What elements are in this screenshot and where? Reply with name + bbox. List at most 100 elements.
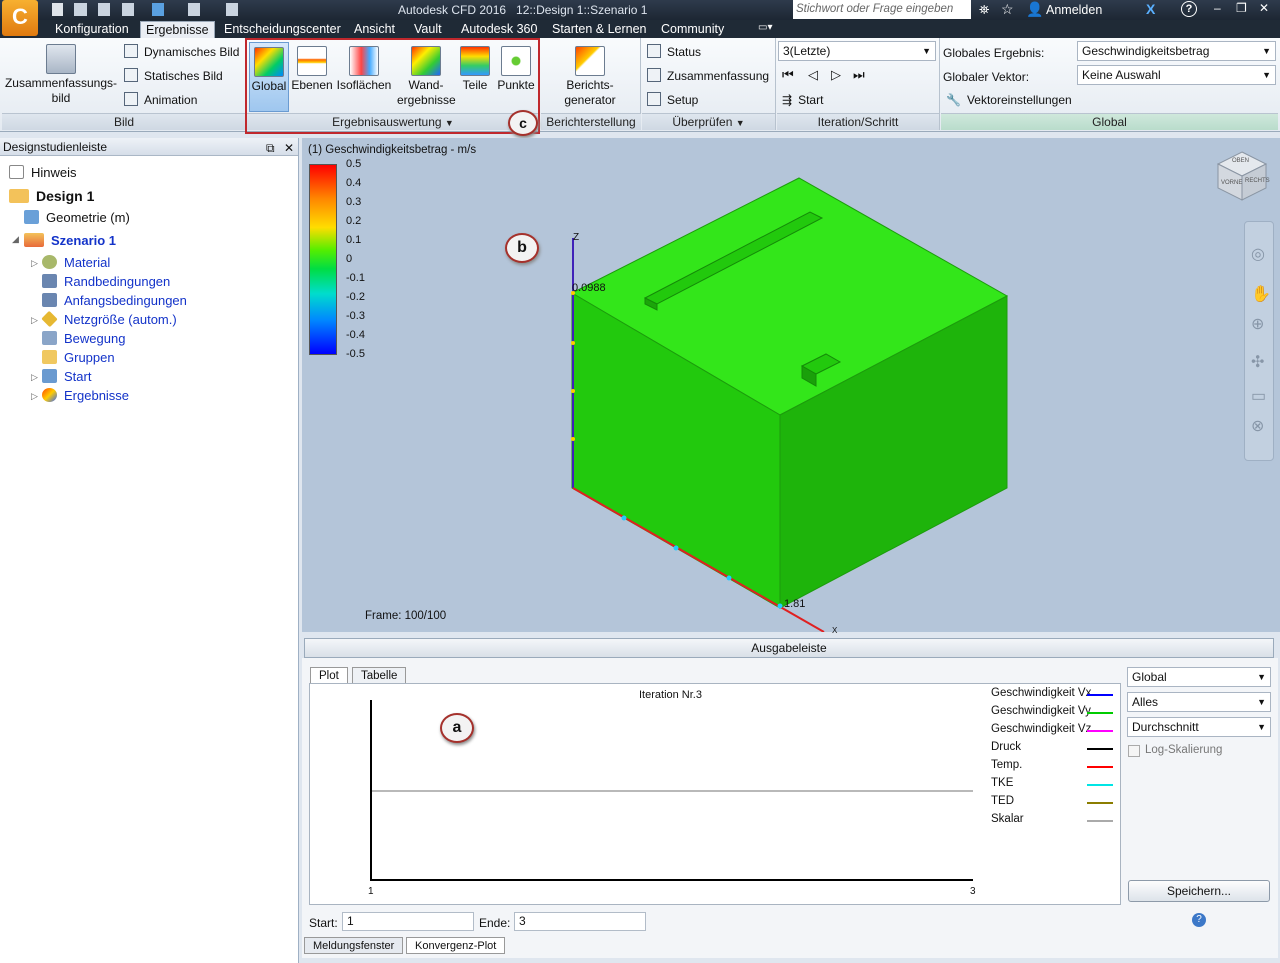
output-bar: Plot Tabelle Iteration Nr.3 1 3 Geschwin… <box>302 658 1278 958</box>
search-input[interactable]: Stichwort oder Frage eingeben <box>793 0 971 19</box>
vector-settings-button[interactable]: 🔧 Vektoreinstellungen <box>946 90 1072 110</box>
setup-button[interactable]: Setup <box>647 90 698 110</box>
start-button[interactable]: ⇶ Start <box>782 90 823 110</box>
select-icon[interactable] <box>152 3 164 16</box>
legend-line <box>1087 802 1113 804</box>
view-cube[interactable]: OBEN VORNE RECHTS <box>1214 148 1270 204</box>
first-step-icon[interactable]: ⏮ <box>782 67 794 83</box>
tab-ansicht[interactable]: Ansicht <box>349 21 400 38</box>
global-vector-select[interactable]: Keine Auswahl ▼ <box>1077 65 1276 85</box>
tree-item-ergebnisse[interactable]: Ergebnisse <box>42 387 129 405</box>
tree-item-netzgroesse[interactable]: Netzgröße (autom.) <box>41 310 177 329</box>
tree-item-randbedingungen[interactable]: Randbedingungen <box>42 273 170 291</box>
report-generator-button[interactable]: Berichts- generator <box>555 42 625 108</box>
pin-icon[interactable]: ⧉ <box>266 139 275 157</box>
save-button[interactable]: Speichern... <box>1128 880 1270 902</box>
view-cube-right[interactable]: RECHTS <box>1245 178 1270 184</box>
tab-konfiguration[interactable]: Konfiguration <box>50 21 134 38</box>
save-icon[interactable] <box>98 3 110 16</box>
tab-vault[interactable]: Vault <box>409 21 447 38</box>
expand-icon[interactable]: ▷ <box>31 391 38 402</box>
tab-community[interactable]: Community <box>656 21 729 38</box>
legend-item: TKE <box>991 777 1014 789</box>
expand-icon[interactable]: ▷ <box>31 372 38 383</box>
tab-entscheidungscenter[interactable]: Entscheidungscenter <box>219 21 346 38</box>
new-icon[interactable] <box>52 3 63 16</box>
tree-item-material[interactable]: Material <box>42 254 110 272</box>
exchange-icon[interactable]: X <box>1146 1 1155 17</box>
global-result-select[interactable]: Geschwindigkeitsbetrag ▼ <box>1077 41 1276 61</box>
tab-starten-lernen[interactable]: Starten & Lernen <box>547 21 652 38</box>
legend-item: Geschwindigkeit Vz <box>991 723 1092 735</box>
statistic-select[interactable]: Durchschnitt ▼ <box>1127 717 1271 737</box>
statistic-value: Durchschnitt <box>1132 720 1199 734</box>
tab-meldungsfenster[interactable]: Meldungsfenster <box>304 937 404 954</box>
output-bar-header[interactable]: Ausgabeleiste <box>304 638 1274 658</box>
initial-conditions-icon <box>42 293 57 307</box>
expand-icon[interactable]: ▷ <box>31 258 38 269</box>
tab-plot[interactable]: Plot <box>310 667 348 684</box>
start-field[interactable]: 1 <box>342 912 474 931</box>
help-icon[interactable]: ? <box>1181 1 1197 17</box>
iteration-value: 3(Letzte) <box>783 44 831 58</box>
user-icon[interactable]: 👤 <box>1026 1 1043 18</box>
next-step-icon[interactable]: ▷ <box>831 67 841 83</box>
design-study-header: Designstudienleiste ⧉ ✕ <box>0 138 298 156</box>
binoculars-icon[interactable]: ⛯ <box>979 2 989 18</box>
expand-icon[interactable]: ▷ <box>31 315 38 326</box>
tree-item-geometrie[interactable]: Geometrie (m) <box>24 209 130 227</box>
previous-step-icon[interactable]: ◁ <box>808 67 818 83</box>
view-cube-front[interactable]: VORNE <box>1221 180 1242 186</box>
tree-item-design[interactable]: Design 1 <box>9 187 94 205</box>
dynamic-image-button[interactable]: Dynamisches Bild <box>124 42 239 62</box>
orbit-icon[interactable]: ✣ <box>1251 352 1264 372</box>
summary-button[interactable]: Zusammenfassung <box>647 66 769 86</box>
ribbon-toggle-icon[interactable]: ▭▾ <box>758 22 772 33</box>
graphics-viewport[interactable]: (1) Geschwindigkeitsbetrag - m/s 0.5 0.4… <box>302 138 1280 635</box>
status-button[interactable]: Status <box>647 42 701 62</box>
setup-label: Setup <box>667 93 699 107</box>
log-scale-checkbox[interactable] <box>1128 745 1140 757</box>
app-logo-icon[interactable]: C <box>2 0 38 36</box>
open-icon[interactable] <box>74 3 87 16</box>
window-icon[interactable] <box>188 3 200 16</box>
steering-wheel-icon[interactable]: ◎ <box>1251 244 1265 264</box>
filter-select[interactable]: Alles ▼ <box>1127 692 1271 712</box>
restore-icon[interactable]: ❐ <box>1236 1 1247 15</box>
tree-item-bewegung[interactable]: Bewegung <box>42 330 125 348</box>
collapse-icon[interactable]: ◢ <box>12 234 19 245</box>
group-label-pruefen[interactable]: Überprüfen ▼ <box>642 113 775 130</box>
legend-item: Geschwindigkeit Vx <box>991 687 1092 699</box>
scope-select[interactable]: Global ▼ <box>1127 667 1271 687</box>
end-field[interactable]: 3 <box>514 912 646 931</box>
save-all-icon[interactable] <box>122 3 134 16</box>
pan-icon[interactable]: ✋ <box>1251 284 1271 304</box>
filter-value: Alles <box>1132 695 1159 709</box>
minimize-icon[interactable]: ‒ <box>1214 1 1221 15</box>
star-icon[interactable]: ☆ <box>1001 1 1014 18</box>
iteration-select[interactable]: 3(Letzte) ▼ <box>778 41 936 61</box>
reset-view-icon[interactable]: ⊗ <box>1251 416 1264 436</box>
close-icon[interactable]: ✕ <box>1259 1 1269 15</box>
tab-tabelle[interactable]: Tabelle <box>352 667 407 684</box>
help-icon[interactable]: ? <box>1192 913 1206 927</box>
tree-item-anfangsbedingungen[interactable]: Anfangsbedingungen <box>42 292 187 310</box>
summary-image-button[interactable]: Zusammenfassungs- bild <box>4 40 118 106</box>
static-image-button[interactable]: Statisches Bild <box>124 66 223 86</box>
tree-item-hinweis[interactable]: Hinweis <box>9 164 77 182</box>
tree-item-gruppen[interactable]: Gruppen <box>42 349 115 367</box>
tab-ergebnisse[interactable]: Ergebnisse <box>140 21 215 38</box>
last-step-icon[interactable]: ⏭ <box>853 67 865 83</box>
tab-autodesk-360[interactable]: Autodesk 360 <box>456 21 542 38</box>
legend-item: Skalar <box>991 813 1024 825</box>
layout-icon[interactable] <box>226 3 238 16</box>
tab-konvergenz-plot[interactable]: Konvergenz-Plot <box>406 937 506 954</box>
signin-link[interactable]: Anmelden <box>1046 3 1102 17</box>
animation-button[interactable]: Animation <box>124 90 197 110</box>
zoom-icon[interactable]: ⊕ <box>1251 314 1264 334</box>
look-at-icon[interactable]: ▭ <box>1251 386 1266 406</box>
tree-item-szenario[interactable]: Szenario 1 <box>24 232 116 250</box>
tree-item-start[interactable]: Start <box>42 368 91 386</box>
view-cube-top[interactable]: OBEN <box>1232 158 1249 164</box>
close-panel-icon[interactable]: ✕ <box>284 139 294 157</box>
